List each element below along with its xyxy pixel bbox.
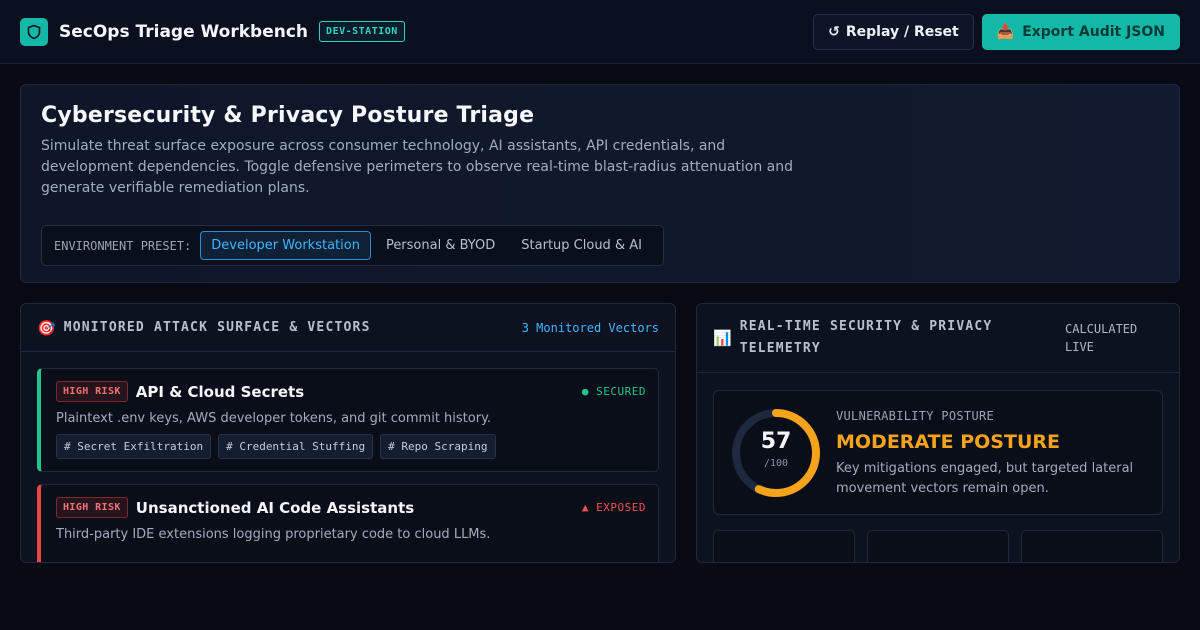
hero-card: Cybersecurity & Privacy Posture Triage S… [20,84,1180,283]
metric-card [1021,530,1163,562]
top-bar: SecOps Triage Workbench DEV-STATION ↺ Re… [0,0,1200,64]
vector-card-api-secrets[interactable]: HIGH RISK API & Cloud Secrets ● SECURED … [37,368,659,472]
vector-card-ai-assistants[interactable]: HIGH RISK Unsanctioned AI Code Assistant… [37,484,659,562]
monitored-count: 3 Monitored Vectors [521,320,659,335]
target-icon: 🎯 [37,318,56,337]
shield-icon [20,17,48,46]
preset-label: ENVIRONMENT PRESET: [54,238,192,253]
replay-icon: ↺ [828,23,840,40]
preset-developer-workstation[interactable]: Developer Workstation [200,231,371,260]
export-audit-button[interactable]: 📥 Export Audit JSON [981,13,1180,50]
vector-description: Third-party IDE extensions logging propr… [56,527,491,542]
risk-badge: HIGH RISK [56,497,128,518]
status-secured: ● SECURED [581,385,646,398]
metric-card [713,530,855,562]
posture-score-max: /100 [763,458,789,469]
tag: # Credential Stuffing [218,434,374,459]
status-exposed: ▲ EXPOSED [581,501,646,514]
attack-surface-title: MONITORED ATTACK SURFACE & VECTORS [63,320,371,335]
replay-reset-button[interactable]: ↺ Replay / Reset [813,13,974,50]
download-icon: 📥 [996,23,1015,40]
risk-badge: HIGH RISK [56,381,128,402]
tag: # Secret Exfiltration [56,434,212,459]
replay-label: Replay / Reset [845,23,959,40]
telemetry-title: REAL-TIME SECURITY & PRIVACY TELEMETRY [739,319,993,356]
posture-label: VULNERABILITY POSTURE [836,409,995,423]
page-description: Simulate threat surface exposure across … [41,138,794,196]
posture-value: MODERATE POSTURE [836,431,1060,453]
export-label: Export Audit JSON [1022,23,1165,40]
posture-card: 57 /100 VULNERABILITY POSTURE MODERATE P… [713,390,1163,515]
environment-preset-selector: ENVIRONMENT PRESET: Developer Workstatio… [41,225,664,266]
chart-icon: 📊 [713,329,732,347]
calculated-live-label: CALCULATED LIVE [1065,322,1138,354]
preset-personal-byod[interactable]: Personal & BYOD [375,231,506,260]
vector-description: Plaintext .env keys, AWS developer token… [56,411,492,426]
vector-title: Unsanctioned AI Code Assistants [135,498,415,517]
vector-title: API & Cloud Secrets [135,382,305,401]
telemetry-panel: 📊 REAL-TIME SECURITY & PRIVACY TELEMETRY… [696,303,1180,563]
app-title: SecOps Triage Workbench [59,21,309,42]
preset-startup-cloud-ai[interactable]: Startup Cloud & AI [510,231,653,260]
posture-description: Key mitigations engaged, but targeted la… [836,461,1134,496]
page-title: Cybersecurity & Privacy Posture Triage [41,103,535,128]
station-badge: DEV-STATION [319,21,405,42]
metric-card [867,530,1009,562]
tag: # Repo Scraping [380,434,496,459]
posture-score: 57 [760,429,792,454]
attack-surface-panel: 🎯 MONITORED ATTACK SURFACE & VECTORS 3 M… [20,303,676,563]
